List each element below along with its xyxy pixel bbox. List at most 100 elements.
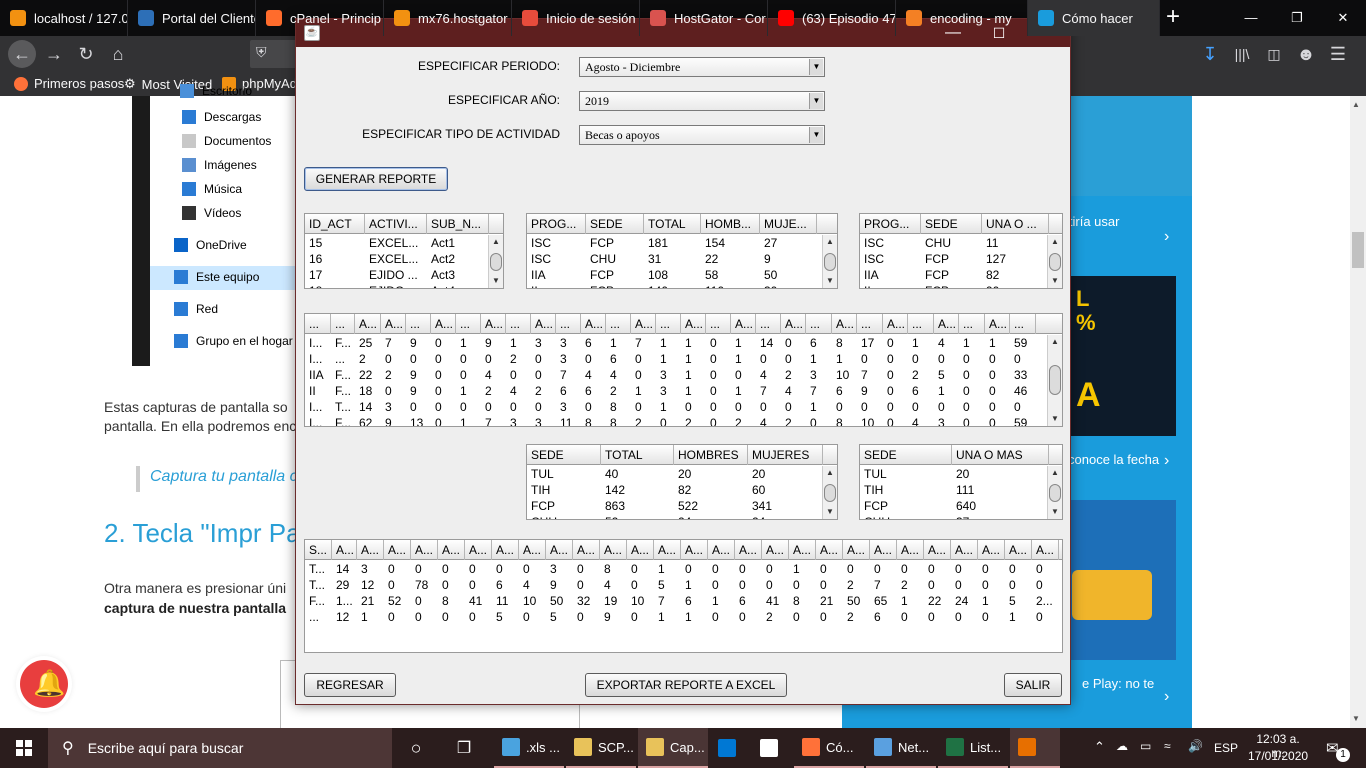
table-row[interactable]: I... T... 14 3 0 0 0 0 0 0 3 0 8 0 1 0 0 0 0 0 1 0 0 0 0 0 0 0 0 <box>305 399 1036 415</box>
browser-tab[interactable]: Cómo hacer <box>1028 0 1160 36</box>
network-icon[interactable]: ☁ <box>1116 739 1128 753</box>
report-table-t5[interactable]: SEDE TOTAL HOMBRES MUJERES TUL 40 20 20 TIH 142 82… <box>526 444 838 520</box>
table-row[interactable]: 17 EJIDO ... Act3 <box>305 267 489 283</box>
column-header[interactable]: UNA O ... <box>982 214 1049 234</box>
column-header[interactable]: ... <box>406 314 431 334</box>
table-row[interactable]: I... F... 25 7 9 0 1 9 1 3 3 6 1 7 1 1 0 1 14 0 6 8 17 0 1 4 1 1 59 <box>305 335 1036 351</box>
chevron-up-icon[interactable]: ⌃ <box>1094 739 1105 755</box>
excel-app[interactable]: List... <box>938 728 1008 768</box>
column-header[interactable]: ... <box>331 314 355 334</box>
scroll-up-icon[interactable]: ▲ <box>1048 335 1062 349</box>
table-row[interactable]: CHU522424 <box>527 514 823 519</box>
report-table-t3[interactable]: PROG... SEDE UNA O ... ISC CHU 11 ISC FCP 127 IIA… <box>859 213 1063 289</box>
minimize-browser-button[interactable]: — <box>1228 0 1274 36</box>
column-header[interactable]: A... <box>519 540 546 560</box>
scroll-up-icon[interactable]: ▲ <box>1048 466 1062 480</box>
scroll-up-icon[interactable]: ▲ <box>823 466 837 480</box>
taskbar-search-box[interactable]: ⚲ Escribe aquí para buscar <box>48 728 392 768</box>
folder-app[interactable]: SCP... <box>566 728 636 768</box>
article-quote[interactable]: Captura tu pantalla c <box>136 466 298 492</box>
anio-combobox[interactable]: 2019 ▼ <box>579 91 825 111</box>
column-header[interactable]: A... <box>411 540 438 560</box>
xls-app[interactable]: .xls ... <box>494 728 564 768</box>
exportar-excel-button[interactable]: EXPORTAR REPORTE A EXCEL <box>585 673 787 697</box>
scroll-up-icon[interactable]: ▲ <box>489 235 503 249</box>
table-row[interactable]: II F... 18 0 9 0 1 2 4 2 6 6 2 1 3 1 0 1 7 4 7 6 9 0 6 1 0 0 46 <box>305 383 1036 399</box>
column-header[interactable]: ... <box>305 314 331 334</box>
column-header[interactable]: A... <box>924 540 951 560</box>
scroll-down-icon[interactable]: ▼ <box>823 274 837 288</box>
table-row[interactable]: IIA FCP 108 58 50 <box>527 267 817 283</box>
column-header[interactable]: A... <box>934 314 959 334</box>
scrollbar-thumb[interactable] <box>1049 253 1061 271</box>
scrollbar-thumb[interactable] <box>1049 484 1061 502</box>
browser-tab[interactable]: cPanel - Princip <box>256 0 384 36</box>
column-header[interactable]: TOTAL <box>644 214 701 234</box>
close-browser-button[interactable]: ✕ <box>1320 0 1366 36</box>
table-row[interactable]: FCP 863 522 341 <box>527 498 823 514</box>
column-header[interactable]: SUB_N... <box>427 214 489 234</box>
restore-browser-button[interactable]: ❐ <box>1274 0 1320 36</box>
scroll-up-icon[interactable]: ▲ <box>1048 235 1062 249</box>
column-header[interactable]: PROG... <box>860 214 921 234</box>
column-header[interactable]: A... <box>573 540 600 560</box>
column-header[interactable]: SEDE <box>921 214 982 234</box>
capture-folder-app[interactable]: Cap... <box>638 728 708 768</box>
battery-icon[interactable]: ▭ <box>1140 739 1151 753</box>
table-row[interactable]: TIH 111 <box>860 482 1049 498</box>
report-table-t7[interactable]: S... A... A... A... A... A... A... A... A... A...… <box>304 539 1063 653</box>
table-row[interactable]: IIFCP90 <box>860 283 1049 288</box>
clock-date[interactable]: 17/01/2020 <box>1248 749 1308 763</box>
column-header[interactable]: A... <box>600 540 627 560</box>
column-header[interactable]: A... <box>870 540 897 560</box>
report-table-t4[interactable]: ...... A... A...... A...... A...... A...... A.… <box>304 313 1063 427</box>
column-header[interactable]: ... <box>857 314 883 334</box>
column-header[interactable]: A... <box>883 314 908 334</box>
forward-icon[interactable]: → <box>42 42 66 66</box>
column-header[interactable]: SEDE <box>860 445 952 465</box>
table-row[interactable]: F... 1... 21 52 0 8 41 11 10 50 32 19 10 7 6 1 6 41 8 21 50 6… <box>305 593 1059 609</box>
table-row[interactable]: ISC FCP 181 154 27 <box>527 235 817 251</box>
report-table-t2[interactable]: PROG... SEDE TOTAL HOMB... MUJE... ISC FCP 181 1… <box>526 213 838 289</box>
column-header[interactable]: SEDE <box>527 445 601 465</box>
scroll-down-icon[interactable]: ▼ <box>1048 505 1062 519</box>
column-header[interactable]: A... <box>546 540 573 560</box>
table-row[interactable]: CHU37 <box>860 514 1049 519</box>
column-header[interactable]: A... <box>492 540 519 560</box>
column-header[interactable]: A... <box>731 314 756 334</box>
start-button[interactable] <box>0 728 48 768</box>
column-header[interactable]: A... <box>531 314 556 334</box>
table-row[interactable]: 15 EXCEL... Act1 <box>305 235 489 251</box>
column-header[interactable]: A... <box>431 314 456 334</box>
tipo-actividad-combobox[interactable]: Becas o apoyos ▼ <box>579 125 825 145</box>
wifi-icon[interactable]: ≈ <box>1164 739 1171 753</box>
column-header[interactable]: A... <box>438 540 465 560</box>
table-scrollbar[interactable]: ▲ ▼ <box>1047 335 1062 426</box>
column-header[interactable]: A... <box>762 540 789 560</box>
scroll-up-icon[interactable]: ▲ <box>823 235 837 249</box>
library-icon[interactable]: |||\ <box>1230 42 1254 66</box>
table-row[interactable]: ISC CHU 11 <box>860 235 1049 251</box>
new-tab-button[interactable]: + <box>1160 0 1186 36</box>
browser-tab[interactable]: localhost / 127.0 <box>0 0 128 36</box>
column-header[interactable]: A... <box>951 540 978 560</box>
regresar-button[interactable]: REGRESAR <box>304 673 396 697</box>
column-header[interactable]: A... <box>332 540 357 560</box>
table-row[interactable]: I...... 2 0 0 0 0 0 2 0 3 0 6 0 1 1 0 1 0 0 1 1 0 0 0 0 0 0 0 <box>305 351 1036 367</box>
table-row[interactable]: IIFCP14011030 <box>527 283 817 288</box>
column-header[interactable]: ... <box>1010 314 1036 334</box>
salir-button[interactable]: SALIR <box>1004 673 1062 697</box>
column-header[interactable]: A... <box>581 314 606 334</box>
account-icon[interactable]: ☻ <box>1294 42 1318 66</box>
browser-tab[interactable]: (63) Episodio 47 <box>768 0 896 36</box>
column-header[interactable]: A... <box>654 540 681 560</box>
report-table-t1[interactable]: ID_ACT ACTIVI... SUB_N... 15 EXCEL... Act1 16 E… <box>304 213 504 289</box>
sidebar-icon[interactable]: ◫ <box>1262 42 1286 66</box>
reload-icon[interactable]: ↻ <box>74 42 98 66</box>
column-header[interactable]: HOMB... <box>701 214 760 234</box>
url-bar[interactable]: ⛨ <box>250 40 298 68</box>
scrollbar-thumb[interactable] <box>824 253 836 271</box>
home-icon[interactable]: ⌂ <box>106 42 130 66</box>
back-icon[interactable]: ← <box>8 40 36 68</box>
cortana-button[interactable]: ○ <box>400 728 432 768</box>
